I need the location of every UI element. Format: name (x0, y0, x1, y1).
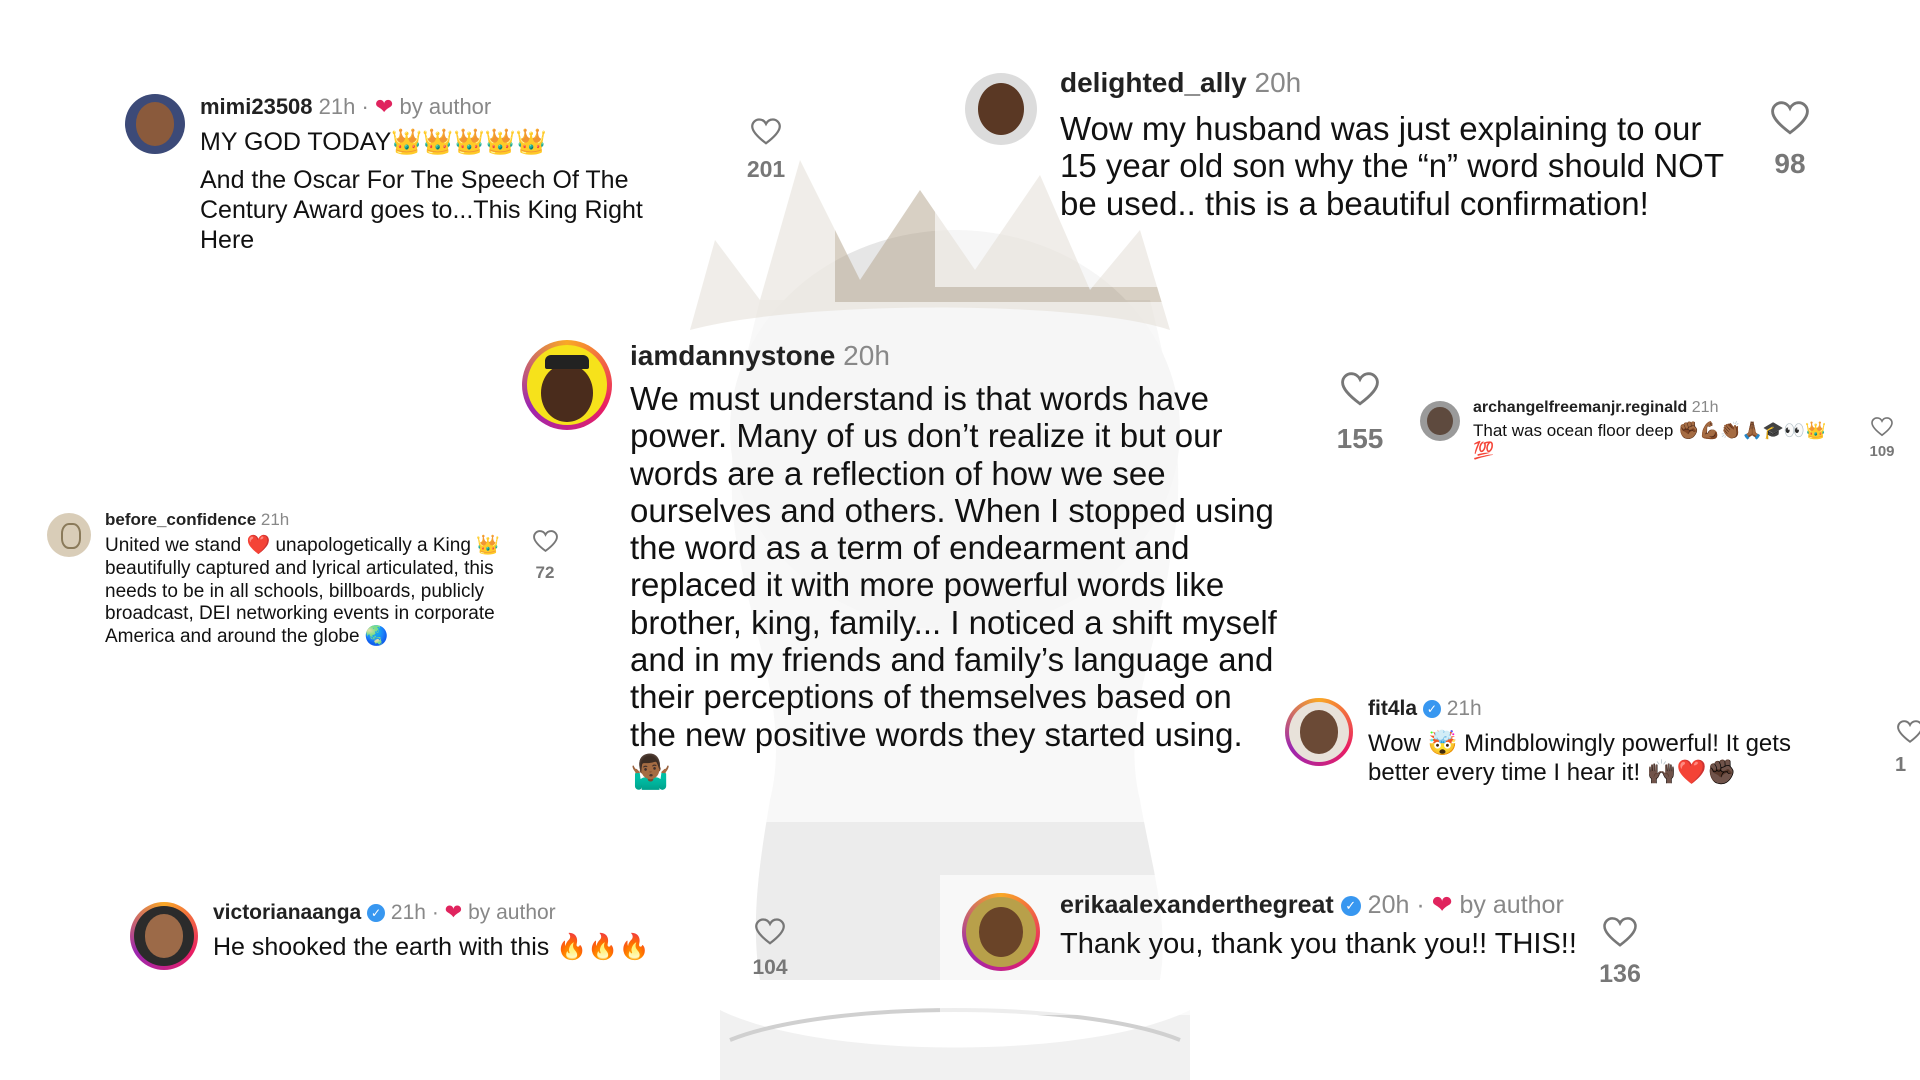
heart-outline-icon[interactable] (1871, 417, 1893, 437)
username[interactable]: victorianaanga (213, 901, 361, 924)
avatar[interactable] (1285, 698, 1353, 766)
verified-badge-icon: ✓ (367, 904, 386, 923)
verified-badge-icon: ✓ (1422, 700, 1441, 719)
heart-filled-icon: ❤ (444, 901, 463, 924)
like-control[interactable]: 72 (525, 530, 565, 583)
avatar[interactable] (130, 902, 198, 970)
timestamp: 20h (843, 340, 890, 371)
heart-outline-icon[interactable] (1897, 720, 1920, 744)
comment-meta: before_confidence 21h (105, 510, 289, 530)
comment-text: Thank you, thank you thank you!! THIS!! (1060, 928, 1577, 960)
comment-meta: archangelfreemanjr.reginald 21h (1473, 399, 1718, 417)
timestamp: 21h (260, 510, 290, 529)
by-author-label: by author (468, 901, 556, 924)
comment-meta: victorianaanga ✓ 21h · ❤ by author (213, 900, 556, 925)
username[interactable]: before_confidence (105, 510, 256, 529)
username[interactable]: delighted_ally (1060, 67, 1247, 98)
avatar[interactable] (965, 73, 1037, 145)
comment-meta: erikaalexanderthegreat ✓ 20h · ❤ by auth… (1060, 890, 1564, 920)
comment-text: We must understand is that words have po… (630, 380, 1277, 790)
like-control[interactable]: 136 (1590, 917, 1650, 989)
comment-text: Wow my husband was just explaining to ou… (1060, 110, 1724, 222)
comment-card: delighted_ally 20h Wow my husband was ju… (935, 35, 1840, 287)
like-control[interactable]: 98 (1760, 101, 1820, 180)
comment-text: He shooked the earth with this 🔥🔥🔥 (213, 933, 650, 961)
comment-text-line: MY GOD TODAY👑👑👑👑👑 (200, 128, 547, 156)
username[interactable]: fit4la (1368, 697, 1417, 720)
timestamp: 21h (318, 94, 356, 119)
heart-outline-icon[interactable] (1771, 101, 1809, 136)
username[interactable]: archangelfreemanjr.reginald (1473, 399, 1687, 416)
like-control[interactable]: 201 (741, 118, 791, 183)
comment-card: before_confidence 21h United we stand ❤️… (35, 495, 585, 685)
heart-filled-icon: ❤ (1431, 891, 1453, 919)
timestamp: 20h (1254, 67, 1302, 98)
timestamp: 21h (390, 901, 426, 924)
separator-dot: · (361, 94, 369, 119)
comment-card: fit4la ✓ 21h Wow 🤯 Mindblowingly powerfu… (1275, 670, 1920, 825)
heart-outline-icon[interactable] (1341, 372, 1379, 407)
comment-card: mimi23508 21h · ❤ by author MY GOD TODAY… (105, 72, 835, 302)
like-count: 155 (1336, 423, 1384, 454)
timestamp: 21h (1691, 399, 1719, 416)
heart-outline-icon[interactable] (751, 118, 781, 146)
timestamp: 21h (1446, 697, 1482, 720)
like-control[interactable]: 1 (1895, 720, 1920, 777)
comment-text: That was ocean floor deep ✊🏾💪🏾👏🏾🙏🏾🎓👀👑💯 (1473, 421, 1827, 461)
separator-dot: · (431, 901, 439, 924)
heart-outline-icon[interactable] (755, 918, 785, 946)
like-count: 98 (1774, 148, 1806, 179)
heart-filled-icon: ❤ (374, 94, 394, 119)
comment-meta: mimi23508 21h · ❤ by author (200, 94, 491, 120)
comment-text: Wow 🤯 Mindblowingly powerful! It gets be… (1368, 730, 1791, 786)
comment-meta: fit4la ✓ 21h (1368, 697, 1482, 721)
like-control[interactable]: 104 (745, 918, 795, 980)
heart-outline-icon[interactable] (1603, 917, 1637, 948)
comment-card: victorianaanga ✓ 21h · ❤ by author He sh… (120, 880, 788, 1010)
separator-dot: · (1416, 891, 1425, 919)
avatar[interactable] (522, 340, 612, 430)
username[interactable]: iamdannystone (630, 340, 835, 371)
verified-badge-icon: ✓ (1340, 896, 1361, 917)
like-count: 72 (535, 563, 555, 582)
avatar[interactable] (962, 893, 1040, 971)
comment-text: MY GOD TODAY👑👑👑👑👑 And the Oscar For The … (200, 127, 700, 255)
like-count: 109 (1869, 443, 1895, 460)
comment-card: archangelfreemanjr.reginald 21h That was… (1410, 385, 1910, 490)
by-author-label: by author (399, 94, 492, 119)
like-control[interactable]: 109 (1862, 417, 1902, 460)
like-control[interactable]: 155 (1325, 372, 1395, 455)
username[interactable]: erikaalexanderthegreat (1060, 891, 1334, 919)
like-count: 136 (1599, 960, 1641, 988)
like-count: 1 (1895, 754, 1907, 776)
username[interactable]: mimi23508 (200, 94, 313, 119)
like-count: 104 (752, 956, 788, 979)
timestamp: 20h (1367, 891, 1410, 919)
avatar[interactable] (1420, 401, 1460, 441)
comment-meta: iamdannystone 20h (630, 340, 890, 372)
comment-card: erikaalexanderthegreat ✓ 20h · ❤ by auth… (940, 875, 1720, 1015)
comment-meta: delighted_ally 20h (1060, 67, 1301, 99)
avatar[interactable] (125, 94, 185, 154)
like-count: 201 (746, 156, 786, 182)
comment-text-line: And the Oscar For The Speech Of The Cent… (200, 166, 643, 254)
avatar[interactable] (47, 513, 91, 557)
heart-outline-icon[interactable] (532, 530, 558, 553)
comment-text: United we stand ❤️ unapologetically a Ki… (105, 535, 500, 648)
by-author-label: by author (1459, 891, 1564, 919)
